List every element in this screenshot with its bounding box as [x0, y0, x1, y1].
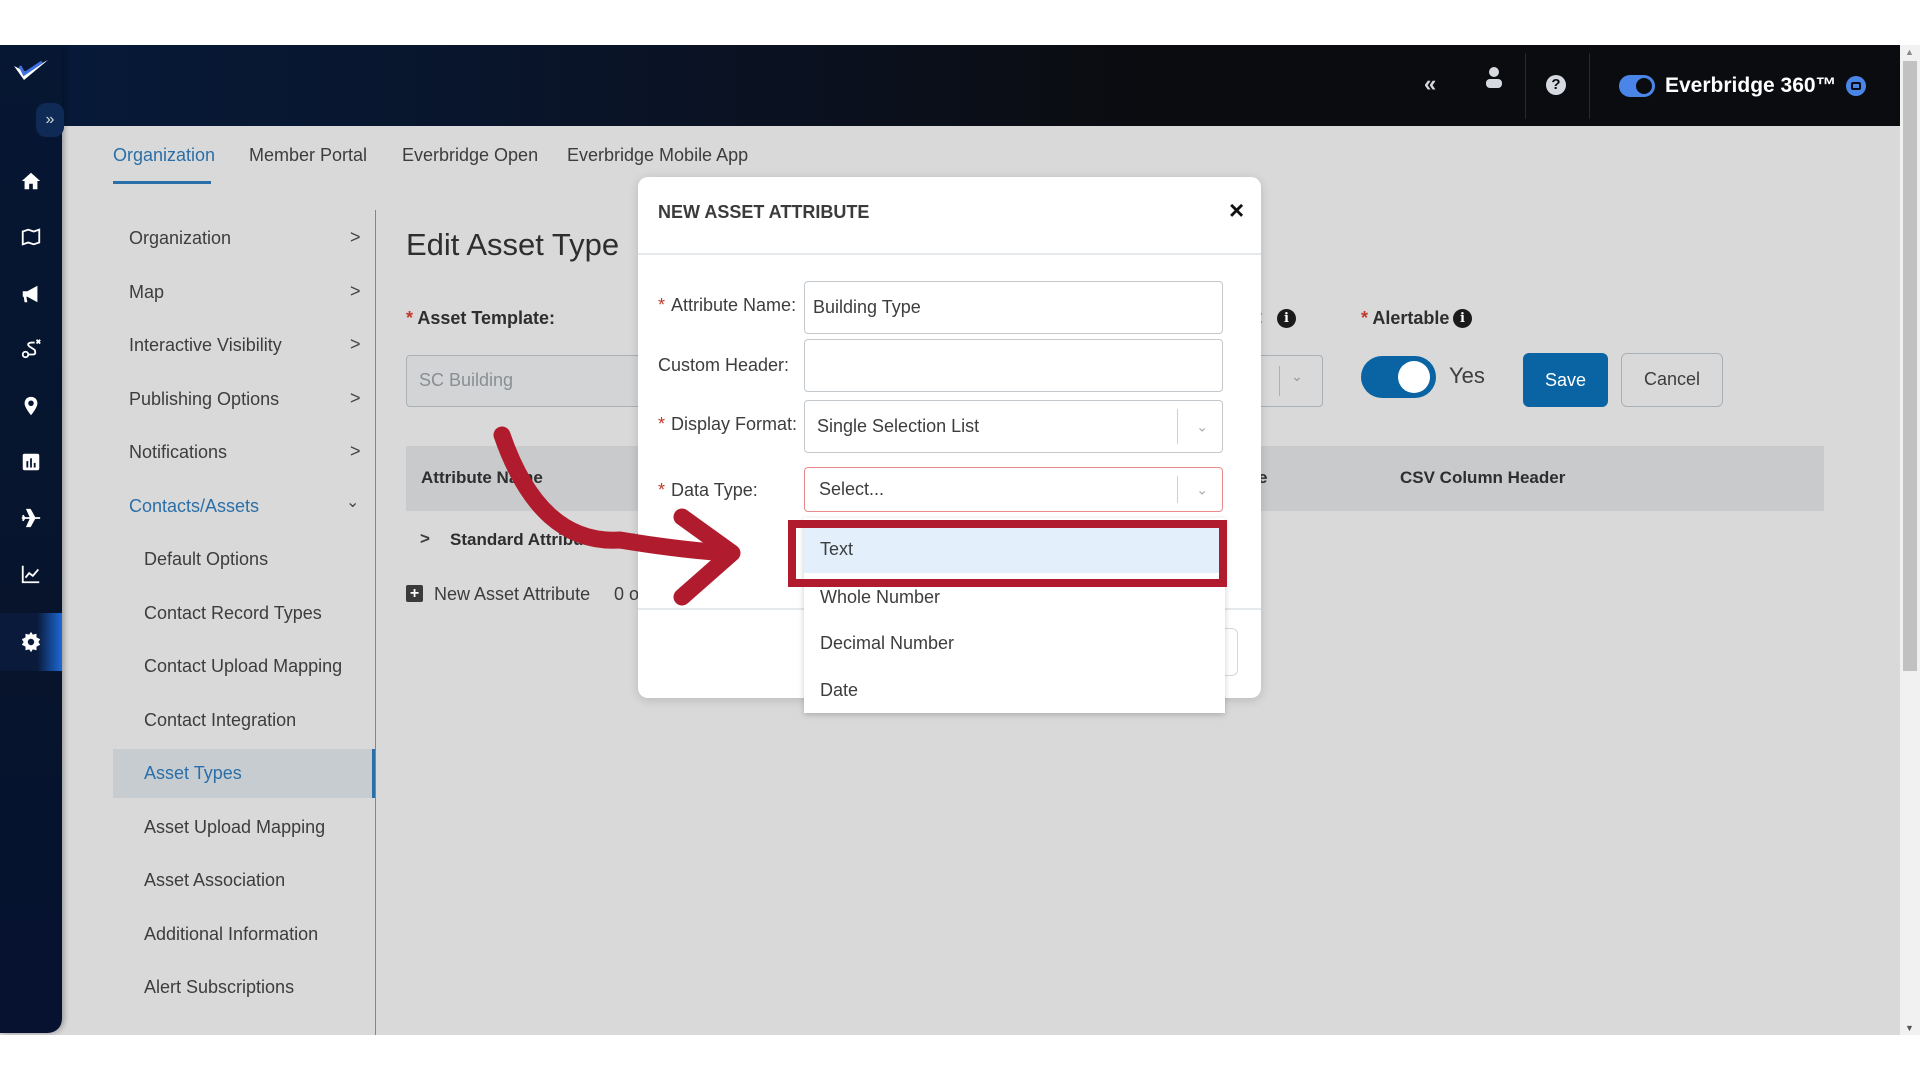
plus-icon[interactable]: +: [406, 585, 423, 602]
collapse-double-chevron-icon[interactable]: «: [1424, 71, 1436, 97]
sidebar-item-organization[interactable]: Organization: [129, 228, 231, 249]
map-icon[interactable]: [17, 223, 45, 251]
cancel-button[interactable]: Cancel: [1621, 353, 1723, 407]
sidebar-subitem-alert-subscriptions[interactable]: Alert Subscriptions: [144, 977, 294, 998]
plane-icon[interactable]: [17, 504, 45, 532]
scroll-up-icon[interactable]: ▲: [1905, 47, 1914, 57]
route-icon[interactable]: [17, 335, 45, 363]
custom-header-input[interactable]: [804, 339, 1223, 392]
sidebar-subitem-contact-record-types[interactable]: Contact Record Types: [144, 603, 322, 624]
sidebar-item-notifications[interactable]: Notifications: [129, 442, 227, 463]
option-text[interactable]: Text: [804, 525, 1225, 573]
sidebar-subitem-additional-information[interactable]: Additional Information: [144, 924, 318, 945]
chevron-right-icon: >: [350, 441, 361, 461]
app: « ? Everbridge 360™ » Organization Membe…: [0, 45, 1900, 1035]
scroll-down-icon[interactable]: ▼: [1905, 1023, 1914, 1033]
chevron-right-icon: >: [350, 334, 361, 354]
sidebar-subitem-default-options[interactable]: Default Options: [144, 549, 268, 570]
page-title: Edit Asset Type: [406, 227, 620, 262]
data-type-options: Text Whole Number Decimal Number Date: [804, 518, 1225, 713]
sidebar-subitem-contact-integration[interactable]: Contact Integration: [144, 710, 296, 731]
sidebar-subitem-asset-association[interactable]: Asset Association: [144, 870, 285, 891]
standard-attributes-row[interactable]: Standard Attributes (16): [450, 530, 643, 550]
bar-chart-icon[interactable]: [17, 448, 45, 476]
modal-header-divider: [638, 253, 1261, 255]
gear-icon[interactable]: [17, 628, 45, 656]
chevron-down-icon: ⌄: [1291, 368, 1303, 384]
scrollbar-thumb[interactable]: [1903, 61, 1917, 671]
tab-organization[interactable]: Organization: [113, 145, 215, 166]
user-icon[interactable]: [1484, 65, 1504, 94]
sidebar-item-publishing-options[interactable]: Publishing Options: [129, 389, 279, 410]
sidebar-item-contacts-assets[interactable]: Contacts/Assets: [129, 496, 259, 517]
column-header-attribute-name: Attribute Name: [421, 468, 543, 487]
alertable-label: * Alertable: [1361, 308, 1450, 328]
save-button[interactable]: Save: [1523, 353, 1608, 407]
sidebar-subitem-asset-types[interactable]: Asset Types: [144, 763, 242, 784]
expand-chevron-icon[interactable]: >: [420, 529, 430, 549]
option-decimal-number[interactable]: Decimal Number: [804, 619, 1225, 667]
tab-underline: [113, 181, 211, 184]
info-icon[interactable]: i: [1453, 309, 1472, 328]
close-icon[interactable]: ×: [1229, 195, 1244, 226]
left-rail: »: [0, 45, 64, 1033]
sidebar-subitem-contact-upload-mapping[interactable]: Contact Upload Mapping: [144, 656, 342, 677]
tab-member-portal[interactable]: Member Portal: [249, 145, 367, 166]
modal-title: NEW ASSET ATTRIBUTE: [658, 202, 870, 222]
location-pin-icon[interactable]: [17, 392, 45, 420]
sidebar-divider: [375, 210, 376, 1035]
sidebar-item-map[interactable]: Map: [129, 282, 164, 303]
chevron-down-icon: ⌄: [1196, 481, 1208, 497]
chevron-right-icon: >: [350, 281, 361, 301]
data-type-label: * Data Type:: [658, 480, 758, 500]
alertable-toggle[interactable]: [1361, 356, 1436, 398]
help-icon[interactable]: ?: [1546, 75, 1566, 95]
logo-icon[interactable]: [12, 57, 50, 85]
divider: [1525, 53, 1526, 119]
asset-template-label: * Asset Template:: [406, 308, 556, 328]
chevron-down-icon: ⌄: [346, 494, 360, 511]
tab-everbridge-mobile-app[interactable]: Everbridge Mobile App: [567, 145, 748, 166]
line-chart-icon[interactable]: [17, 560, 45, 588]
toggle-icon[interactable]: [1619, 75, 1655, 97]
data-type-placeholder: Select...: [819, 479, 885, 499]
sidebar-item-interactive-visibility[interactable]: Interactive Visibility: [129, 335, 282, 356]
column-header-csv: CSV Column Header: [1400, 468, 1566, 487]
count-text: 0 o: [614, 584, 640, 604]
custom-header-label: Custom Header:: [658, 355, 790, 375]
chevron-right-icon: >: [350, 227, 361, 247]
chat-icon[interactable]: [1846, 76, 1866, 96]
chevron-right-icon: >: [350, 388, 361, 408]
option-date[interactable]: Date: [804, 666, 1225, 714]
top-header: « ? Everbridge 360™: [0, 45, 1900, 126]
display-format-value: Single Selection List: [817, 416, 980, 436]
new-asset-attribute-link[interactable]: New Asset Attribute: [434, 584, 590, 605]
attribute-name-label: * Attribute Name:: [658, 295, 797, 315]
chevron-down-icon: ⌄: [1196, 418, 1208, 434]
alertable-value: Yes: [1449, 363, 1485, 388]
sidebar-subitem-asset-upload-mapping[interactable]: Asset Upload Mapping: [144, 817, 325, 838]
divider: [1589, 53, 1590, 119]
scrollbar[interactable]: ▲ ▼: [1900, 45, 1920, 1035]
attribute-name-input[interactable]: Building Type: [804, 281, 1223, 334]
info-icon[interactable]: i: [1277, 309, 1296, 328]
home-icon[interactable]: [17, 167, 45, 195]
required-asterisk: *: [406, 308, 418, 328]
data-type-select[interactable]: Select... ⌄: [804, 467, 1223, 512]
display-format-label: * Display Format:: [658, 414, 798, 434]
brand-name: Everbridge 360™: [1665, 74, 1837, 97]
option-whole-number[interactable]: Whole Number: [804, 573, 1225, 621]
megaphone-icon[interactable]: [17, 280, 45, 308]
tab-everbridge-open[interactable]: Everbridge Open: [402, 145, 538, 166]
expand-icon[interactable]: »: [36, 103, 64, 137]
display-format-select[interactable]: Single Selection List ⌄: [804, 400, 1223, 453]
